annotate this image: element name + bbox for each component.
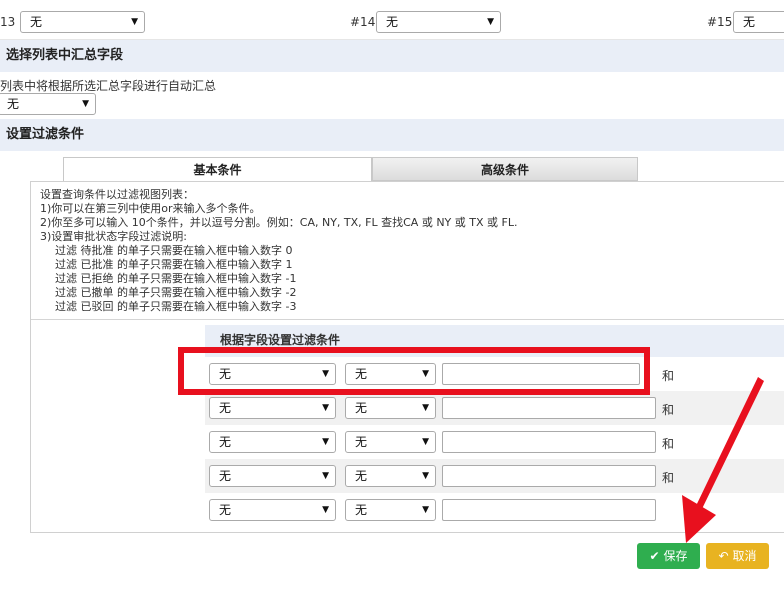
filter-operator-value: 无 bbox=[355, 401, 368, 415]
chevron-down-icon: ▼ bbox=[422, 505, 429, 515]
column-15-value: 无 bbox=[743, 15, 756, 29]
cancel-button-label: 取消 bbox=[732, 549, 757, 563]
description-line: 1)你可以在第三列中使用or来输入多个条件。 bbox=[40, 202, 261, 215]
column-14-select[interactable]: 无 ▼ bbox=[376, 11, 501, 33]
description-line: 3)设置审批状态字段过滤说明: bbox=[40, 230, 187, 243]
status-line: 过滤 已批准 的单子只需要在输入框中输入数字 1 bbox=[55, 258, 293, 271]
filter-tabs: 基本条件 高级条件 bbox=[63, 157, 638, 181]
filter-operator-value: 无 bbox=[355, 435, 368, 449]
save-button-label: 保存 bbox=[663, 549, 688, 563]
filter-field-value: 无 bbox=[219, 401, 232, 415]
save-button[interactable]: ✔ 保存 bbox=[637, 543, 700, 569]
tab-advanced-conditions[interactable]: 高级条件 bbox=[372, 157, 638, 181]
summary-section-title: 选择列表中汇总字段 bbox=[6, 48, 124, 63]
chevron-down-icon: ▼ bbox=[82, 99, 89, 109]
filter-operator-select[interactable]: 无 ▼ bbox=[345, 397, 436, 419]
filter-field-select[interactable]: 无 ▼ bbox=[209, 431, 336, 453]
chevron-down-icon: ▼ bbox=[322, 437, 329, 447]
filter-field-select[interactable]: 无 ▼ bbox=[209, 397, 336, 419]
check-icon: ✔ bbox=[649, 549, 660, 563]
column-13-label: 13 bbox=[0, 15, 16, 29]
column-14-label: #14 bbox=[350, 15, 376, 29]
filter-field-value: 无 bbox=[219, 503, 232, 517]
summary-hint: 列表中将根据所选汇总字段进行自动汇总 bbox=[0, 79, 217, 93]
filter-operator-select[interactable]: 无 ▼ bbox=[345, 465, 436, 487]
summary-field-value: 无 bbox=[7, 97, 20, 111]
column-15-select[interactable]: 无 bbox=[733, 11, 784, 33]
chevron-down-icon: ▼ bbox=[422, 403, 429, 413]
status-line: 过滤 已撤单 的单子只需要在输入框中输入数字 -2 bbox=[55, 286, 297, 299]
chevron-down-icon: ▼ bbox=[322, 471, 329, 481]
arrow-shaft bbox=[694, 377, 764, 513]
description-line: 设置查询条件以过滤视图列表： bbox=[40, 188, 194, 201]
filter-operator-value: 无 bbox=[355, 503, 368, 517]
filter-operator-value: 无 bbox=[355, 469, 368, 483]
column-15-label: #15 bbox=[707, 15, 733, 29]
status-line: 过滤 已驳回 的单子只需要在输入框中输入数字 -3 bbox=[55, 300, 297, 313]
chevron-down-icon: ▼ bbox=[487, 17, 494, 27]
panel-divider bbox=[31, 319, 784, 320]
summary-field-select[interactable]: 无 ▼ bbox=[0, 93, 96, 115]
chevron-down-icon: ▼ bbox=[131, 17, 138, 27]
filter-field-value: 无 bbox=[219, 469, 232, 483]
column-13-value: 无 bbox=[30, 15, 43, 29]
filter-value-input[interactable] bbox=[442, 397, 656, 419]
filter-field-value: 无 bbox=[219, 435, 232, 449]
filter-operator-select[interactable]: 无 ▼ bbox=[345, 431, 436, 453]
filter-section-header: 设置过滤条件 bbox=[0, 119, 784, 151]
filter-description: 设置查询条件以过滤视图列表： 1)你可以在第三列中使用or来输入多个条件。 2)… bbox=[40, 188, 517, 314]
filter-value-input[interactable] bbox=[442, 499, 656, 521]
filter-field-select[interactable]: 无 ▼ bbox=[209, 499, 336, 521]
filter-value-input[interactable] bbox=[442, 465, 656, 487]
chevron-down-icon: ▼ bbox=[322, 505, 329, 515]
filter-field-select[interactable]: 无 ▼ bbox=[209, 465, 336, 487]
undo-icon: ↶ bbox=[718, 549, 729, 563]
status-line: 过滤 已拒绝 的单子只需要在输入框中输入数字 -1 bbox=[55, 272, 297, 285]
summary-section-header: 选择列表中汇总字段 bbox=[0, 40, 784, 72]
arrow-annotation-icon bbox=[682, 377, 764, 543]
column-14-value: 无 bbox=[386, 15, 399, 29]
filter-operator-select[interactable]: 无 ▼ bbox=[345, 499, 436, 521]
chevron-down-icon: ▼ bbox=[322, 403, 329, 413]
chevron-down-icon: ▼ bbox=[422, 437, 429, 447]
filter-section-title: 设置过滤条件 bbox=[6, 127, 85, 142]
tab-basic-conditions[interactable]: 基本条件 bbox=[63, 157, 372, 181]
chevron-down-icon: ▼ bbox=[422, 471, 429, 481]
highlight-box-annotation bbox=[178, 347, 650, 395]
status-line: 过滤 待批准 的单子只需要在输入框中输入数字 0 bbox=[55, 244, 293, 257]
description-line: 2)你至多可以输入 10个条件，并以逗号分割。例如：CA, NY, TX, FL… bbox=[40, 216, 518, 229]
filter-value-input[interactable] bbox=[442, 431, 656, 453]
column-13-select[interactable]: 无 ▼ bbox=[20, 11, 145, 33]
cancel-button[interactable]: ↶ 取消 bbox=[706, 543, 769, 569]
